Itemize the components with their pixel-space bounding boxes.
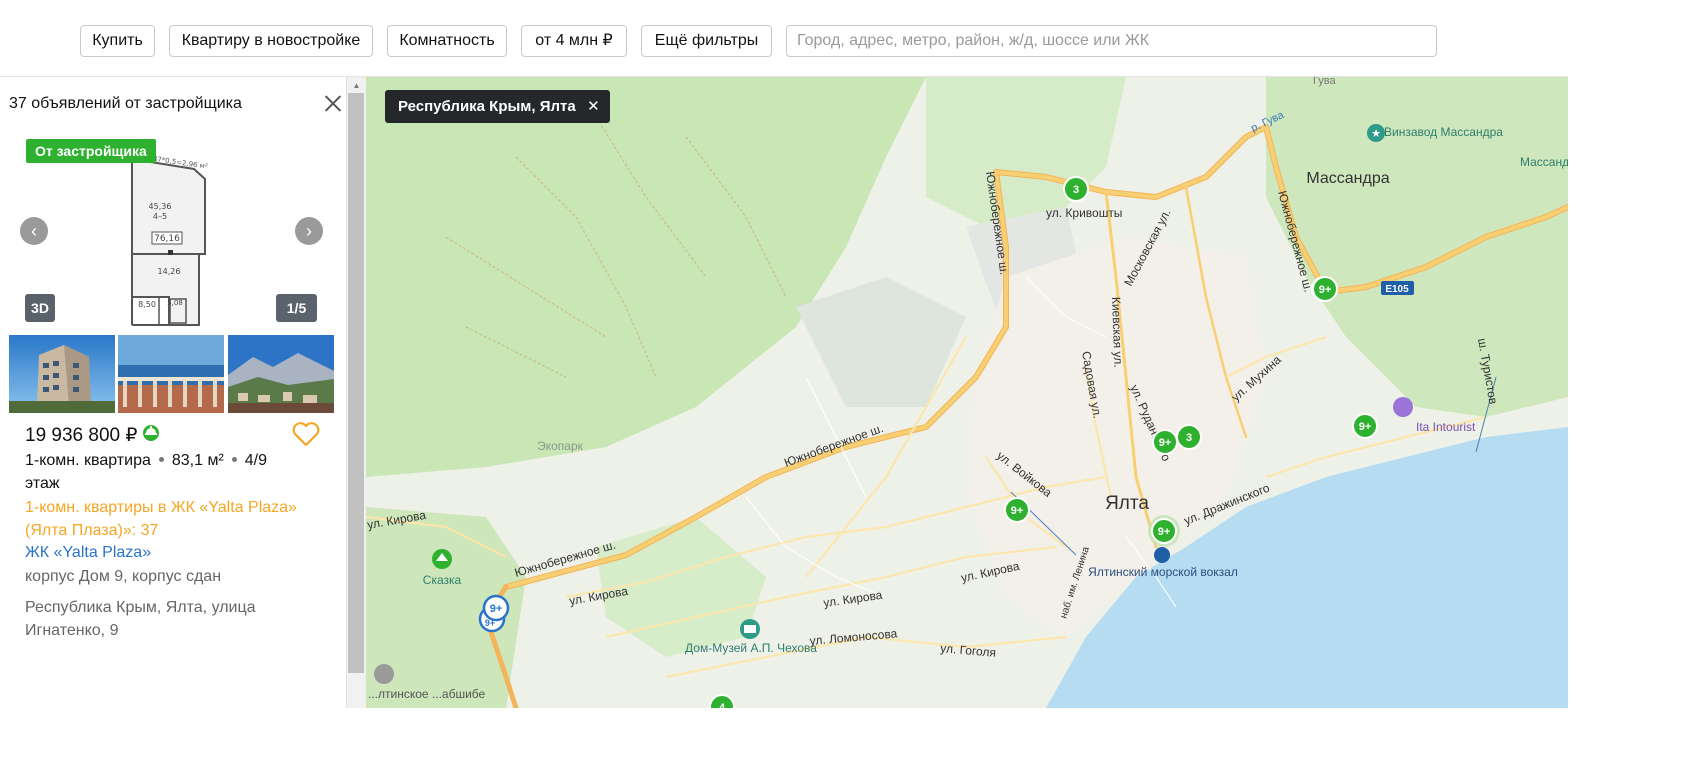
filter-bar: Купить Квартиру в новостройке Комнатност… [0, 0, 1568, 77]
hotel-icon[interactable] [1393, 397, 1413, 417]
more-filters-button[interactable]: Ещё фильтры [641, 25, 772, 57]
close-icon[interactable] [322, 93, 344, 115]
plan-room-area: 45,36 [149, 202, 172, 211]
poi-grey-icon[interactable] [374, 664, 394, 684]
close-icon[interactable]: ✕ [587, 90, 600, 123]
poi-label-intourist: Ita Intourist [1416, 420, 1476, 434]
svg-text:★: ★ [1371, 128, 1381, 140]
plan-total-area: 76,16 [154, 234, 180, 244]
listing-properties: 1-комн. квартира 83,1 м² 4/9 этаж [25, 449, 325, 495]
plan-bath1-area: 8,50 [138, 300, 156, 309]
deal-type-button[interactable]: Купить [80, 25, 155, 57]
marker-count: 9+ [1011, 505, 1024, 517]
marker-count: 9+ [490, 603, 503, 615]
developer-icon [143, 425, 159, 441]
poi-label-skazka: Сказка [423, 573, 462, 587]
plan-rooms-range: 4–5 [153, 212, 167, 221]
map-canvas[interactable]: Ялта Массандра Винзавод Массандра Массан… [366, 77, 1568, 708]
marker-count: 4 [719, 702, 726, 708]
place-label-embankment: ...лтинское ...абшибе [368, 687, 486, 701]
scroll-up-icon[interactable]: ▲ [347, 81, 366, 91]
marker-count: 3 [1073, 184, 1079, 196]
rooms-button[interactable]: Комнатность [387, 25, 507, 57]
thumbnail-building[interactable] [9, 335, 115, 413]
poi-label-sea-station: Ялтинский морской вокзал [1088, 565, 1238, 579]
region-chip-label: Республика Крым, Ялта [398, 98, 576, 115]
floor-plan-photo[interactable]: 2,87*0,5=2,96 м² 45,36 4–5 76,16 14,26 8… [9, 129, 334, 327]
building-info: корпус Дом 9, корпус сдан [25, 568, 222, 585]
marker-count: 9+ [1159, 437, 1172, 449]
search-input[interactable] [786, 25, 1437, 57]
map[interactable]: Ялта Массандра Винзавод Массандра Массан… [366, 77, 1568, 708]
thumbnail-sea-view[interactable] [118, 335, 224, 413]
city-label-yalta: Ялта [1105, 493, 1149, 514]
road-number-e105: E105 [1385, 284, 1409, 295]
street-label: Киевская ул. [1109, 297, 1125, 368]
listing-rooms: 1-комн. квартира [25, 452, 151, 469]
scroll-thumb[interactable] [348, 93, 364, 673]
marker-count: 9+ [1158, 526, 1171, 538]
poi-label-ekopark: Экопарк [537, 439, 584, 453]
listing-count: 37 объявлений от застройщика [9, 95, 242, 112]
marker-count: 9+ [1359, 421, 1372, 433]
marker-count: 9+ [1319, 284, 1332, 296]
3d-tour-button[interactable]: 3D [25, 294, 55, 322]
listing-panel: 37 объявлений от застройщика 2,87*0,5=2,… [0, 77, 346, 708]
listing-floor-word: этаж [25, 475, 60, 492]
marker-count: 3 [1186, 432, 1192, 444]
price-button[interactable]: от 4 млн ₽ [521, 25, 627, 57]
place-label-guva: Гува [1313, 77, 1336, 87]
thumbnail-mountains[interactable] [228, 335, 334, 413]
listing-price: 19 936 800 ₽ [25, 425, 138, 446]
port-icon[interactable] [1154, 547, 1170, 563]
complex-link[interactable]: ЖК «Yalta Plaza» [25, 544, 151, 562]
street-label: ул. Кривошты [1046, 206, 1122, 220]
photo-counter: 1/5 [276, 294, 317, 322]
plan-bath2-area: 5,08 [167, 299, 183, 307]
developer-badge: От застройщика [26, 139, 156, 163]
listing-area: 83,1 м² [171, 452, 224, 469]
poi-label-winery: Винзавод Массандра [1384, 125, 1503, 139]
chevron-left-icon[interactable]: ‹ [20, 217, 48, 245]
poi-label-chekhov: Дом-Музей А.П. Чехова [685, 641, 817, 655]
poi-label-park: Массанд... парк [1520, 155, 1568, 169]
heart-icon[interactable] [292, 421, 320, 447]
plan-kitchen-area: 14,26 [158, 267, 181, 276]
place-label-massandra: Массандра [1306, 170, 1389, 187]
complex-apartments-link[interactable]: 1-комн. квартиры в ЖК «Yalta Plaza» (Ялт… [25, 496, 325, 542]
marker-count: 9+ [485, 618, 495, 628]
region-chip[interactable]: Республика Крым, Ялта ✕ [385, 90, 610, 123]
listing-address: Республика Крым, Ялта, улица Игнатенко, … [25, 599, 256, 639]
chevron-right-icon[interactable]: › [295, 217, 323, 245]
listing-floor: 4/9 [244, 452, 268, 469]
panel-scrollbar[interactable]: ▲ [346, 77, 366, 708]
object-type-button[interactable]: Квартиру в новостройке [169, 25, 373, 57]
